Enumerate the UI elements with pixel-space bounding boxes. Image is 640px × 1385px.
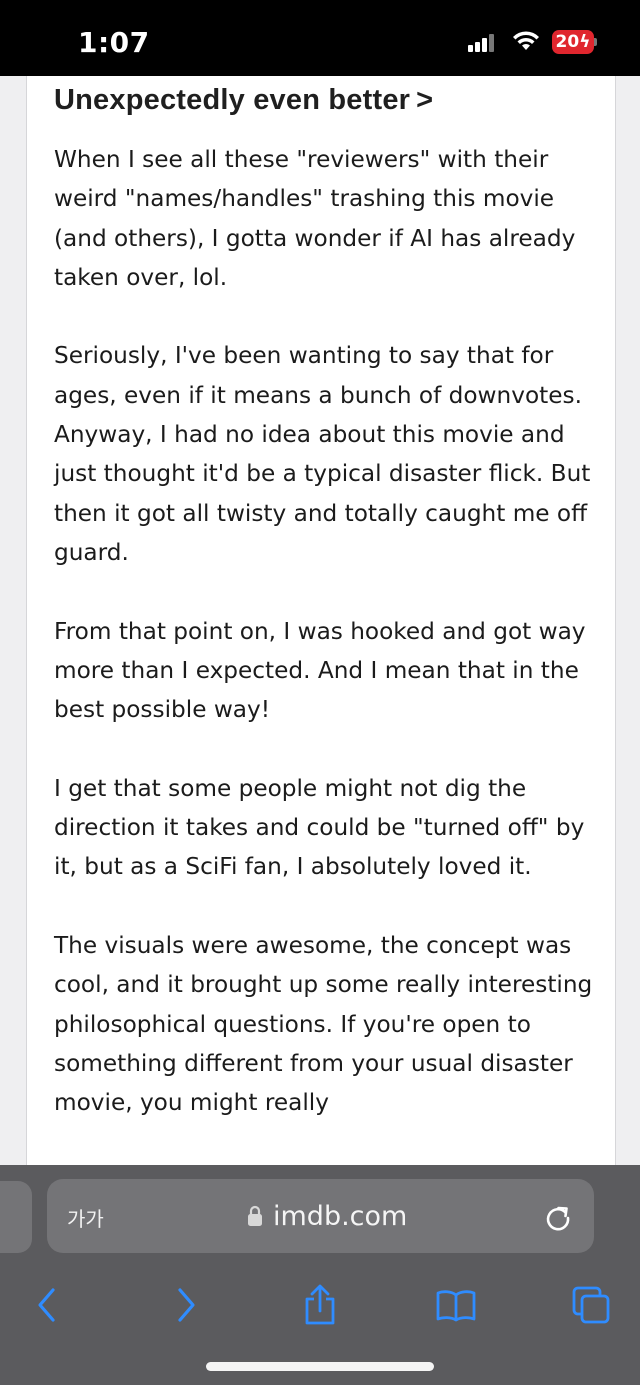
review-paragraph: When I see all these "reviewers" with th…	[54, 146, 576, 291]
share-icon	[305, 1284, 335, 1325]
charging-bolt-icon: ϟ	[579, 32, 591, 52]
share-button[interactable]	[290, 1275, 350, 1335]
review-card: Unexpectedly even better > When I see all…	[26, 76, 616, 1166]
status-bar: 1:07 20ϟ	[0, 0, 640, 76]
url-text: imdb.com	[273, 1200, 408, 1232]
previous-tab-peek[interactable]	[0, 1181, 32, 1253]
battery-level: 20	[555, 32, 580, 52]
tabs-button[interactable]	[561, 1275, 621, 1335]
back-button[interactable]	[17, 1275, 77, 1335]
review-title: Unexpectedly even better	[54, 84, 411, 116]
bookmarks-icon	[436, 1290, 476, 1322]
chevron-right-icon: >	[416, 84, 434, 116]
tabs-icon	[572, 1286, 610, 1324]
review-body: When I see all these "reviewers" with th…	[54, 140, 604, 1162]
cellular-signal-icon	[468, 34, 496, 52]
web-content[interactable]: Unexpectedly even better > When I see all…	[0, 76, 640, 1166]
review-title-link[interactable]: Unexpectedly even better >	[54, 84, 433, 117]
battery-tip	[594, 38, 597, 46]
lock-icon	[248, 1205, 262, 1226]
back-icon	[38, 1288, 55, 1322]
reload-icon[interactable]	[543, 1203, 573, 1233]
wifi-icon	[513, 31, 539, 50]
review-paragraph: I get that some people might not dig the…	[54, 774, 585, 881]
address-bar[interactable]: 가가 imdb.com	[47, 1179, 594, 1253]
home-indicator[interactable]	[206, 1362, 434, 1371]
browser-toolbar	[0, 1275, 640, 1335]
bookmarks-button[interactable]	[426, 1275, 486, 1335]
status-time: 1:07	[78, 26, 150, 59]
browser-bottom-bar: 가가 imdb.com	[0, 1165, 640, 1385]
review-paragraph: The visuals were awesome, the concept wa…	[54, 931, 593, 1117]
forward-icon	[178, 1288, 195, 1322]
forward-button[interactable]	[156, 1275, 216, 1335]
battery-indicator: 20ϟ	[552, 30, 594, 54]
review-paragraph: From that point on, I was hooked and got…	[54, 617, 586, 724]
url-display[interactable]: imdb.com	[247, 1199, 407, 1233]
review-paragraph: Seriously, I've been wanting to say that…	[54, 342, 591, 566]
text-size-button[interactable]: 가가	[67, 1203, 104, 1232]
